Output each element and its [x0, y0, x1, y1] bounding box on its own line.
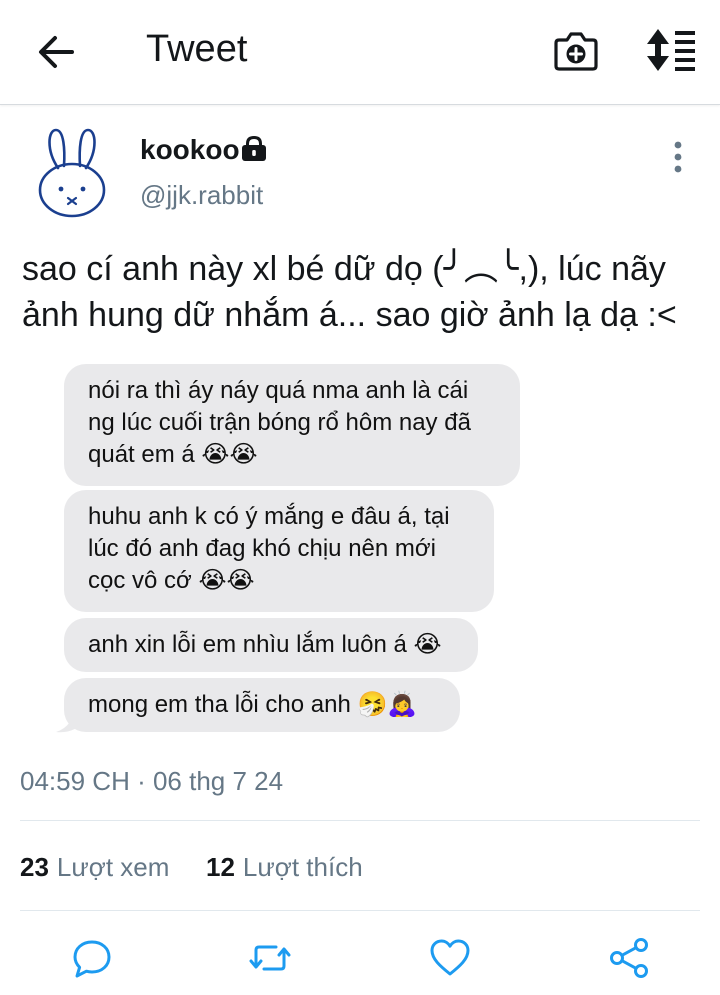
reply-icon: [73, 940, 111, 978]
more-options-button[interactable]: [664, 140, 692, 174]
likes-label: Lượt thích: [242, 852, 363, 882]
chat-bubble: huhu anh k có ý mắng e đâu á, tại lúc đó…: [64, 490, 494, 612]
likes-stat[interactable]: 12 Lượt thích: [206, 852, 363, 883]
bubble-tail: [56, 706, 86, 733]
like-button[interactable]: [428, 936, 472, 980]
more-vertical-icon: [674, 141, 682, 173]
author-handle[interactable]: @jjk.rabbit: [140, 180, 263, 211]
divider: [20, 820, 700, 821]
sort-icon: [647, 29, 695, 71]
chat-bubble: mong em tha lỗi cho anh 🤧🙇‍♀️: [64, 678, 460, 732]
share-icon: [610, 938, 648, 978]
avatar[interactable]: [34, 126, 110, 220]
back-button[interactable]: [34, 30, 78, 74]
top-app-bar: Tweet: [0, 0, 720, 105]
chat-bubble: anh xin lỗi em nhìu lắm luôn á 😭: [64, 618, 478, 672]
camera-icon: [554, 32, 598, 71]
views-count: 23: [20, 852, 49, 882]
author-display-name[interactable]: kookoo: [140, 134, 240, 166]
retweet-button[interactable]: [248, 936, 292, 980]
retweet-icon: [249, 945, 291, 971]
sort-button[interactable]: [644, 26, 698, 74]
page-title: Tweet: [146, 28, 248, 70]
arrow-left-icon: [39, 36, 74, 68]
reply-button[interactable]: [70, 936, 114, 980]
camera-button[interactable]: [552, 28, 600, 74]
heart-icon: [430, 939, 470, 976]
share-button[interactable]: [608, 936, 652, 980]
chat-bubble: nói ra thì áy náy quá nma anh là cái ng …: [64, 364, 520, 486]
views-stat[interactable]: 23 Lượt xem: [20, 852, 169, 883]
tweet-text: sao cí anh này xl bé dữ dọ (╯︵╰,), lúc n…: [22, 250, 677, 334]
lock-icon: [241, 136, 267, 162]
divider: [20, 910, 700, 911]
tweet-timestamp: 04:59 CH · 06 thg 7 24: [20, 766, 284, 796]
bunny-icon: [38, 128, 106, 218]
likes-count: 12: [206, 852, 235, 882]
views-label: Lượt xem: [56, 852, 170, 882]
